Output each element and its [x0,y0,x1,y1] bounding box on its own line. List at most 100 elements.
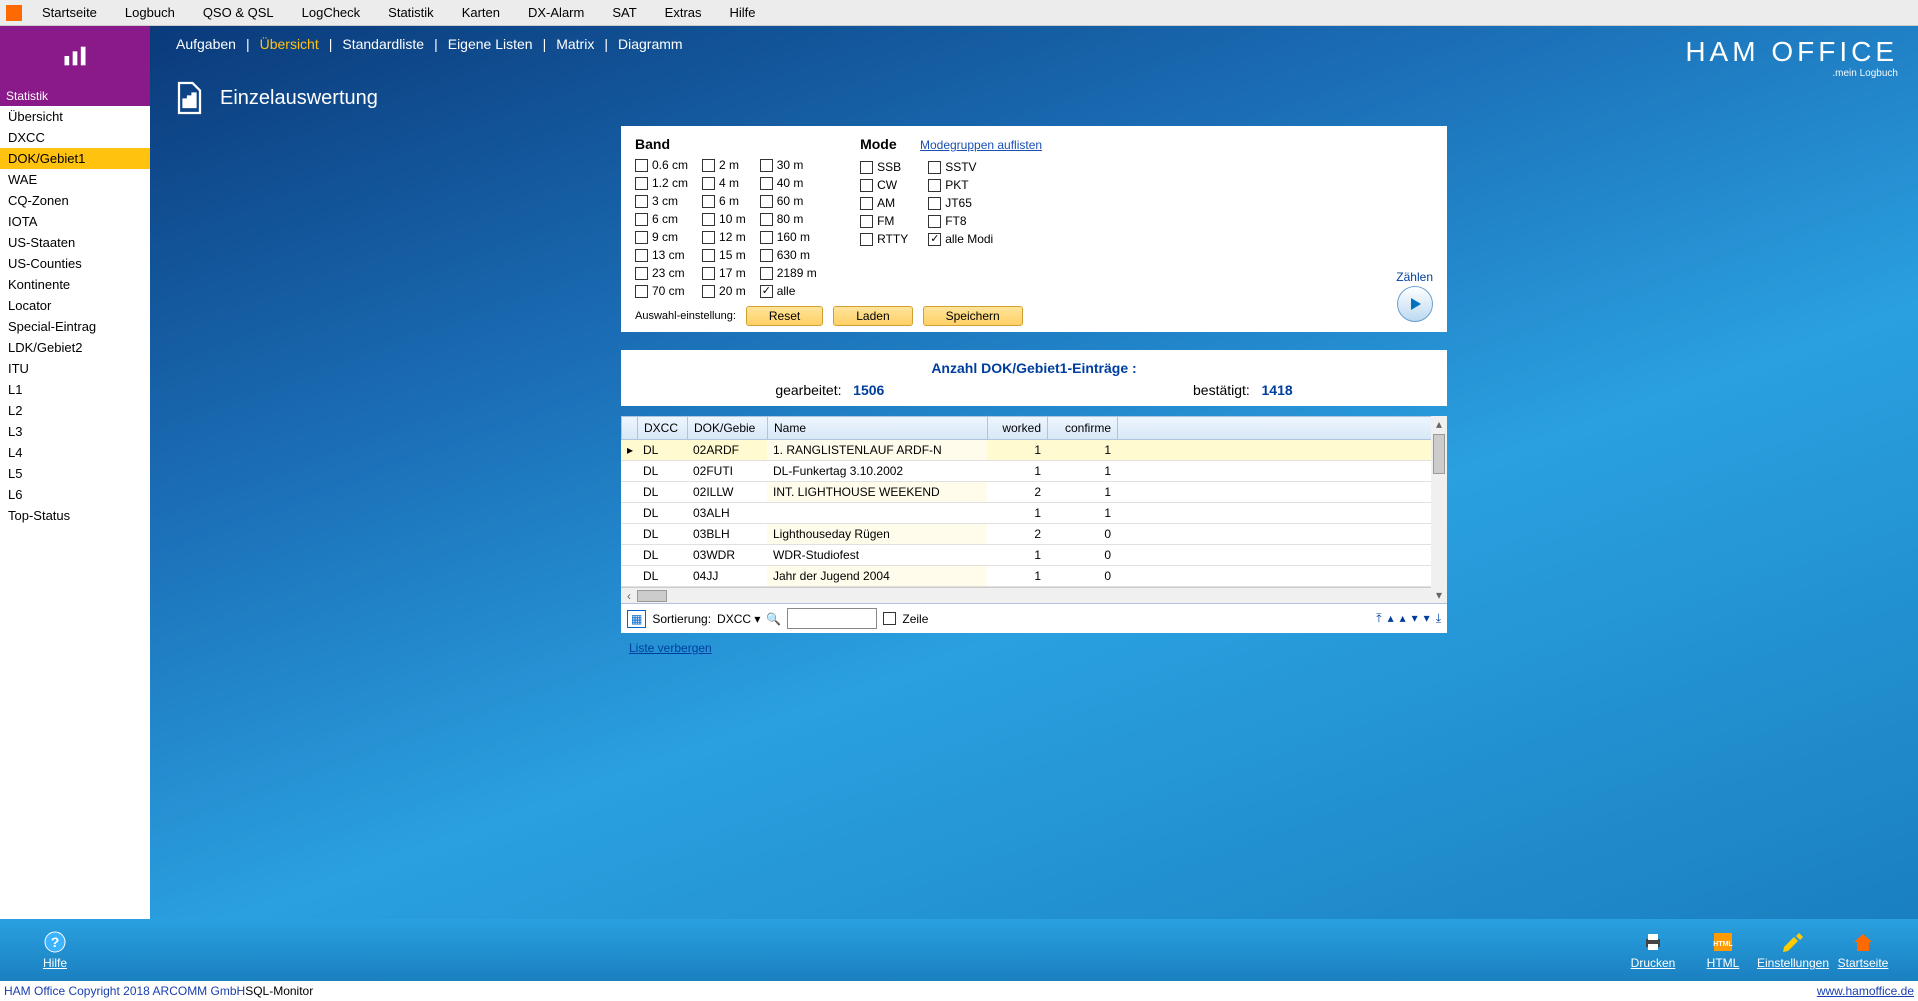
sidebar-item-special-eintrag[interactable]: Special-Eintrag [0,316,150,337]
checkbox-630-m[interactable] [760,249,773,262]
grid-icon[interactable]: ▦ [627,610,646,628]
table-row[interactable]: DL03BLHLighthouseday Rügen20 [621,524,1447,545]
home-icon[interactable] [6,5,22,21]
home-button[interactable]: Startseite [1828,930,1898,970]
topmenu-logcheck[interactable]: LogCheck [288,1,375,24]
topmenu-hilfe[interactable]: Hilfe [716,1,770,24]
tab-eigene listen[interactable]: Eigene Listen [442,32,539,56]
table-row[interactable]: DL03WDRWDR-Studiofest10 [621,545,1447,566]
sort-value[interactable]: DXCC ▾ [717,612,760,626]
sidebar-item-l3[interactable]: L3 [0,421,150,442]
topmenu-dx-alarm[interactable]: DX-Alarm [514,1,598,24]
table-row[interactable]: ▸DL02ARDF1. RANGLISTENLAUF ARDF-N11 [621,440,1447,461]
sidebar-item-wae[interactable]: WAE [0,169,150,190]
table-row[interactable]: DL02FUTIDL-Funkertag 3.10.200211 [621,461,1447,482]
checkbox-9-cm[interactable] [635,231,648,244]
topmenu-qso & qsl[interactable]: QSO & QSL [189,1,288,24]
html-button[interactable]: HTML HTML [1688,930,1758,970]
sidebar-item-dok-gebiet1[interactable]: DOK/Gebiet1 [0,148,150,169]
table-v-scrollbar[interactable]: ▴▾ [1431,416,1447,603]
table-row[interactable]: DL03ALH11 [621,503,1447,524]
table-row[interactable]: DL02ILLWINT. LIGHTHOUSE WEEKEND21 [621,482,1447,503]
zeile-checkbox[interactable] [883,612,896,625]
sidebar-item-kontinente[interactable]: Kontinente [0,274,150,295]
search-icon[interactable]: 🔍 [766,612,781,626]
sidebar-item-itu[interactable]: ITU [0,358,150,379]
sidebar-item-us-staaten[interactable]: US-Staaten [0,232,150,253]
search-input[interactable] [787,608,877,629]
tab-übersicht[interactable]: Übersicht [254,32,325,56]
checkbox-jt65[interactable] [928,197,941,210]
checkbox-20-m[interactable] [702,285,715,298]
save-button[interactable]: Speichern [923,306,1023,326]
nav-up-icon[interactable]: ▴ [1400,611,1406,626]
topmenu-statistik[interactable]: Statistik [374,1,448,24]
website-link[interactable]: www.hamoffice.de [1817,984,1914,998]
checkbox-2189-m[interactable] [760,267,773,280]
sidebar-item-dxcc[interactable]: DXCC [0,127,150,148]
help-button[interactable]: ? Hilfe [20,930,90,970]
tab-aufgaben[interactable]: Aufgaben [170,32,242,56]
topmenu-extras[interactable]: Extras [651,1,716,24]
checkbox-0-6-cm[interactable] [635,159,648,172]
checkbox-60-m[interactable] [760,195,773,208]
sidebar-item-l6[interactable]: L6 [0,484,150,505]
tab-standardliste[interactable]: Standardliste [336,32,430,56]
checkbox-6-cm[interactable] [635,213,648,226]
tab-diagramm[interactable]: Diagramm [612,32,689,56]
table-h-scrollbar[interactable]: ‹› [621,587,1447,603]
checkbox-12-m[interactable] [702,231,715,244]
checkbox-ssb[interactable] [860,161,873,174]
print-button[interactable]: Drucken [1618,930,1688,970]
checkbox-6-m[interactable] [702,195,715,208]
sql-monitor-text[interactable]: SQL-Monitor [245,984,313,998]
checkbox-10-m[interactable] [702,213,715,226]
checkbox-30-m[interactable] [760,159,773,172]
mode-groups-link[interactable]: Modegruppen auflisten [920,138,1042,152]
sidebar-item--bersicht[interactable]: Übersicht [0,106,150,127]
checkbox-ft8[interactable] [928,215,941,228]
sidebar-item-ldk-gebiet2[interactable]: LDK/Gebiet2 [0,337,150,358]
topmenu-karten[interactable]: Karten [448,1,514,24]
checkbox-15-m[interactable] [702,249,715,262]
checkbox-17-m[interactable] [702,267,715,280]
sidebar-item-l4[interactable]: L4 [0,442,150,463]
sidebar-item-l1[interactable]: L1 [0,379,150,400]
topmenu-startseite[interactable]: Startseite [28,1,111,24]
checkbox-80-m[interactable] [760,213,773,226]
checkbox-1-2-cm[interactable] [635,177,648,190]
sidebar-item-us-counties[interactable]: US-Counties [0,253,150,274]
topmenu-sat[interactable]: SAT [598,1,650,24]
hide-list-link[interactable]: Liste verbergen [621,637,720,659]
nav-first-icon[interactable]: ⤒ [1376,611,1381,626]
checkbox-sstv[interactable] [928,161,941,174]
checkbox-3-cm[interactable] [635,195,648,208]
checkbox-cw[interactable] [860,179,873,192]
checkbox-160-m[interactable] [760,231,773,244]
topmenu-logbuch[interactable]: Logbuch [111,1,189,24]
nav-last-icon[interactable]: ⤓ [1436,611,1441,626]
checkbox-40-m[interactable] [760,177,773,190]
reset-button[interactable]: Reset [746,306,823,326]
nav-prev-icon[interactable]: ▴ [1388,611,1394,626]
checkbox-alle-modi[interactable] [928,233,941,246]
checkbox-pkt[interactable] [928,179,941,192]
sidebar-item-l2[interactable]: L2 [0,400,150,421]
checkbox-23-cm[interactable] [635,267,648,280]
settings-button[interactable]: Einstellungen [1758,930,1828,970]
nav-down-icon[interactable]: ▾ [1412,611,1418,626]
tab-matrix[interactable]: Matrix [550,32,600,56]
checkbox-70-cm[interactable] [635,285,648,298]
checkbox-fm[interactable] [860,215,873,228]
checkbox-am[interactable] [860,197,873,210]
sidebar-item-top-status[interactable]: Top-Status [0,505,150,526]
sidebar-item-iota[interactable]: IOTA [0,211,150,232]
checkbox-rtty[interactable] [860,233,873,246]
checkbox-2-m[interactable] [702,159,715,172]
load-button[interactable]: Laden [833,306,912,326]
table-row[interactable]: DL04JJJahr der Jugend 200410 [621,566,1447,587]
sidebar-item-l5[interactable]: L5 [0,463,150,484]
checkbox-4-m[interactable] [702,177,715,190]
nav-next-icon[interactable]: ▾ [1424,611,1430,626]
sidebar-item-cq-zonen[interactable]: CQ-Zonen [0,190,150,211]
